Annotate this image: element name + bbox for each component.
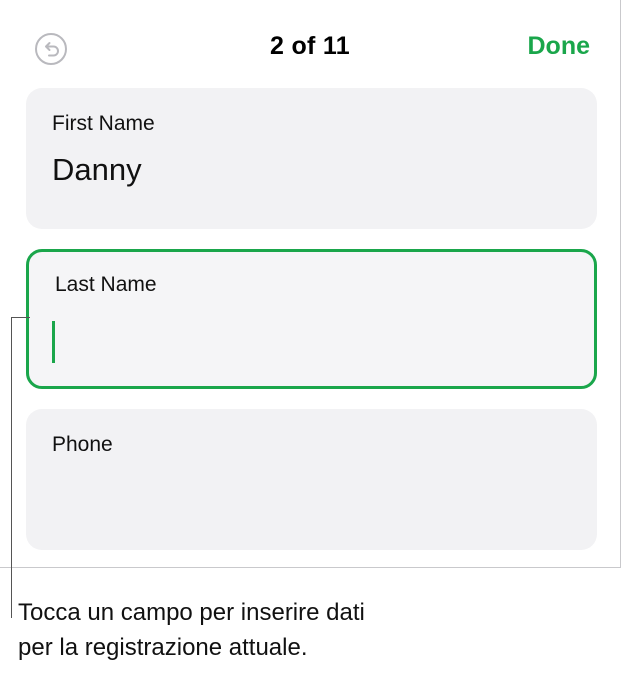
- navigation-bar: 2 of 11 Done: [0, 0, 620, 92]
- phone-field[interactable]: Phone: [26, 409, 597, 550]
- callout-caption: Tocca un campo per inserire dati per la …: [18, 595, 618, 665]
- first-name-field[interactable]: First Name Danny: [26, 88, 597, 229]
- last-name-field[interactable]: Last Name: [26, 249, 597, 389]
- caption-line-1: Tocca un campo per inserire dati: [18, 599, 365, 626]
- caption-line-2: per la registrazione attuale.: [18, 634, 308, 661]
- field-value[interactable]: Danny: [52, 152, 142, 188]
- done-button[interactable]: Done: [528, 32, 591, 61]
- field-label: Last Name: [55, 273, 157, 296]
- text-cursor: [52, 321, 55, 363]
- callout-line: [11, 317, 12, 618]
- record-form-panel: 2 of 11 Done First Name Danny Last Name …: [0, 0, 621, 568]
- field-label: First Name: [52, 112, 155, 135]
- field-label: Phone: [52, 433, 113, 456]
- callout-tick: [11, 317, 30, 318]
